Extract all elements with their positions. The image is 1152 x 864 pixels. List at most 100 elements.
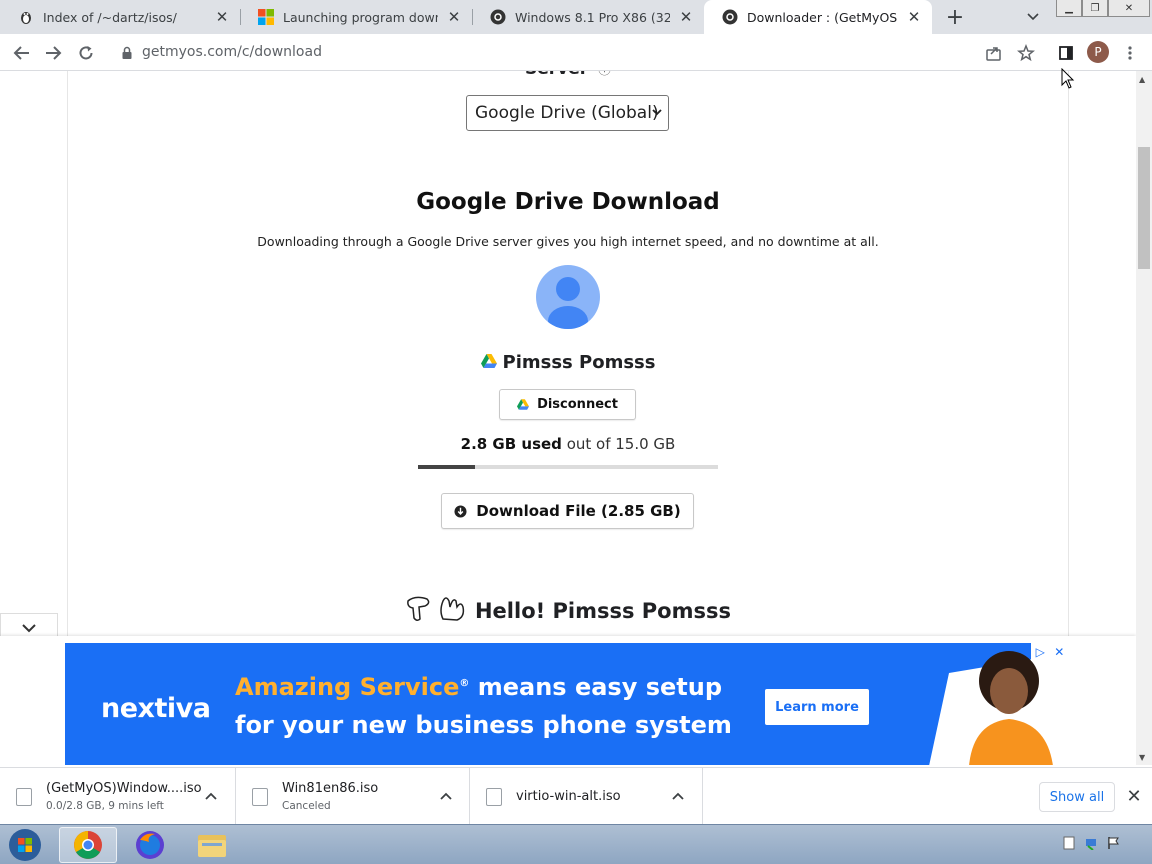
ad-banner-container: nextiva Amazing Service® means easy setu… [0, 636, 1136, 765]
download-item[interactable]: (GetMyOS)Window....iso 0.0/2.8 GB, 9 min… [0, 768, 236, 825]
tux-icon [18, 9, 34, 25]
tab-strip: Index of /~dartz/isos/ ✕ Launching progr… [0, 0, 1152, 34]
minimize-button[interactable]: ▁ [1056, 0, 1082, 17]
close-downloads-icon[interactable]: ✕ [1124, 786, 1144, 807]
file-icon [252, 787, 268, 806]
chrome-menu-icon[interactable] [1118, 41, 1142, 65]
ad-subline: for your new business phone system [235, 711, 732, 739]
start-button[interactable] [4, 826, 46, 864]
download-icon [454, 504, 467, 518]
show-all-button[interactable]: Show all [1039, 782, 1115, 812]
scrollbar-thumb[interactable] [1138, 147, 1150, 269]
tray-network-icon[interactable] [1084, 835, 1098, 851]
download-file-button[interactable]: Download File (2.85 GB) [441, 493, 694, 529]
download-name: Win81en86.iso [282, 781, 379, 796]
bookmark-star-icon[interactable] [1014, 41, 1038, 65]
tab-title: Downloader : (GetMyOS)Windo [747, 9, 898, 25]
tab-launching-program[interactable]: Launching program download \ ✕ [240, 0, 472, 34]
usage-total: out of 15.0 GB [566, 435, 676, 453]
taskbar-chrome[interactable] [59, 827, 117, 863]
disconnect-button[interactable]: Disconnect [499, 389, 636, 420]
browser-toolbar: getmyos.com/c/download [0, 34, 1152, 71]
folder-icon [198, 835, 226, 857]
back-button[interactable] [10, 41, 34, 65]
server-label-text: Server [525, 71, 588, 79]
user-name-text: Pimsss Pomsss [502, 352, 656, 373]
usage-used: 2.8 GB used [460, 435, 562, 453]
chevron-up-icon[interactable] [672, 788, 684, 804]
tab-index-isos[interactable]: Index of /~dartz/isos/ ✕ [0, 0, 240, 34]
user-avatar [536, 265, 600, 329]
tab-downloader[interactable]: Downloader : (GetMyOS)Windo ✕ [704, 0, 932, 34]
new-tab-button[interactable]: + [944, 5, 966, 30]
google-drive-icon [517, 399, 530, 410]
side-panel-icon[interactable] [1054, 41, 1078, 65]
close-tab-icon[interactable]: ✕ [678, 8, 694, 26]
user-name: Pimsss Pomsss [0, 352, 1136, 373]
close-tab-icon[interactable]: ✕ [214, 8, 230, 26]
close-window-button[interactable]: ✕ [1108, 0, 1150, 17]
chevron-up-icon[interactable] [440, 788, 452, 804]
storage-progress-fill [418, 465, 475, 469]
ad-headline-rest: means easy setup [469, 673, 722, 701]
restore-button[interactable]: ❐ [1082, 0, 1108, 17]
lock-icon[interactable] [120, 45, 134, 59]
storage-progress-bar [418, 465, 718, 469]
download-name: (GetMyOS)Window....iso [46, 781, 202, 796]
close-tab-icon[interactable]: ✕ [906, 8, 922, 26]
hello-text: Hello! Pimsss Pomsss [474, 598, 731, 623]
ad-headline-highlight: Amazing Service [235, 673, 460, 701]
ad-headline: Amazing Service® means easy setup [235, 673, 722, 701]
chevron-up-icon[interactable] [205, 788, 217, 804]
download-file-label: Download File (2.85 GB) [476, 502, 681, 520]
page-viewport: Server ⓘ Google Drive (Global) Google Dr… [0, 71, 1136, 765]
page-heading: Google Drive Download [416, 189, 720, 215]
file-icon [16, 787, 32, 806]
info-icon[interactable]: ⓘ [598, 71, 611, 78]
download-item[interactable]: virtio-win-alt.iso [470, 768, 703, 825]
scroll-up-arrow[interactable]: ▲ [1139, 75, 1145, 84]
downloads-bar: (GetMyOS)Window....iso 0.0/2.8 GB, 9 min… [0, 767, 1152, 825]
download-status: Canceled [282, 800, 331, 812]
scroll-down-arrow[interactable]: ▼ [1139, 753, 1145, 762]
tab-title: Index of /~dartz/isos/ [43, 9, 177, 25]
reload-button[interactable] [74, 41, 98, 65]
disconnect-label: Disconnect [537, 397, 618, 412]
system-tray [1062, 835, 1120, 851]
address-bar[interactable]: getmyos.com/c/download [110, 37, 1046, 67]
mouse-cursor [1061, 67, 1075, 94]
tab-windows-81[interactable]: Windows 8.1 Pro X86 (32-Bit) a ✕ [472, 0, 704, 34]
chevron-down-icon [652, 106, 662, 119]
taskbar-firefox[interactable] [121, 827, 179, 863]
server-select-value: Google Drive (Global) [475, 103, 659, 123]
storage-usage: 2.8 GB used out of 15.0 GB [0, 435, 1136, 453]
ad-choices[interactable]: ▷ ✕ [1031, 643, 1069, 661]
profile-avatar[interactable]: P [1087, 41, 1109, 63]
taskbar [0, 824, 1152, 864]
download-item[interactable]: Win81en86.iso Canceled [236, 768, 470, 825]
close-tab-icon[interactable]: ✕ [446, 8, 462, 26]
tray-doc-icon[interactable] [1062, 835, 1076, 851]
window-controls: ▁ ❐ ✕ [1056, 0, 1150, 18]
page-scrollbar[interactable]: ▲ ▼ [1136, 71, 1152, 765]
nextiva-logo: nextiva [101, 693, 211, 724]
ad-brand: nextiva [101, 693, 211, 724]
tab-search-chevron-icon[interactable] [1024, 8, 1042, 26]
tray-flag-icon[interactable] [1106, 835, 1120, 851]
ad-banner[interactable]: nextiva Amazing Service® means easy setu… [65, 643, 1069, 765]
ad-close-icon[interactable]: ✕ [1054, 645, 1064, 659]
tab-title: Launching program download \ [283, 9, 438, 25]
server-label: Server ⓘ [0, 71, 1136, 79]
ad-learn-more-button[interactable]: Learn more [765, 689, 869, 725]
file-icon [486, 787, 502, 806]
firefox-icon [136, 831, 164, 859]
windows-icon [258, 9, 274, 25]
ad-person-image [929, 643, 1069, 765]
tab-title: Windows 8.1 Pro X86 (32-Bit) a [515, 9, 670, 25]
server-select[interactable]: Google Drive (Global) [466, 95, 669, 131]
taskbar-explorer[interactable] [183, 827, 241, 863]
share-icon[interactable] [982, 41, 1006, 65]
forward-button[interactable] [41, 41, 65, 65]
google-drive-icon [480, 352, 497, 373]
ad-choices-icon[interactable]: ▷ [1036, 645, 1045, 659]
